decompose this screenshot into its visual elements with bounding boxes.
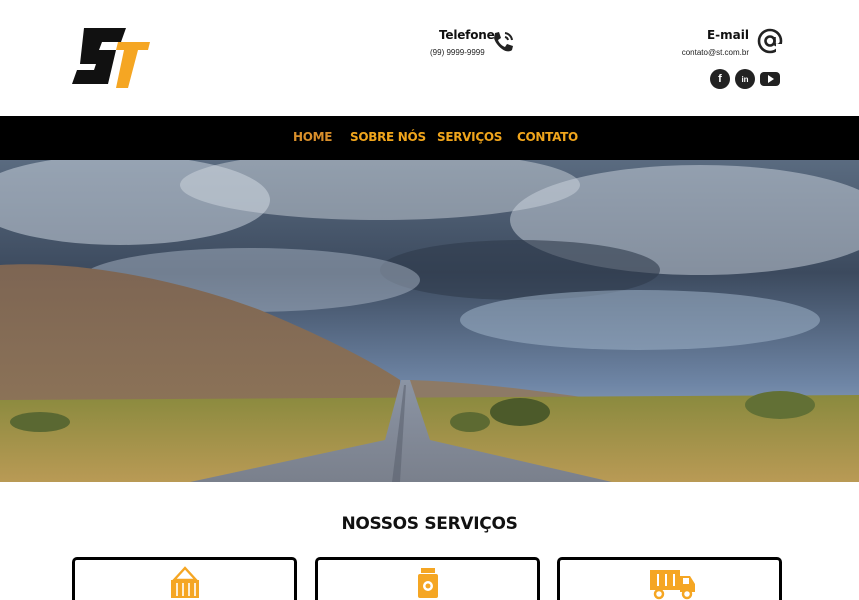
phone-title: Telefone: [439, 28, 495, 42]
services-title: NOSSOS SERVIÇOS: [341, 514, 518, 534]
youtube-icon[interactable]: [760, 72, 780, 86]
nav-sobre-nos[interactable]: SOBRE NÓS: [350, 130, 426, 144]
nav-home[interactable]: HOME: [293, 130, 332, 144]
hero-banner: [0, 160, 859, 482]
nav-contato[interactable]: CONTATO: [517, 130, 578, 144]
service-card[interactable]: [72, 557, 297, 600]
email-contact: E-mail contato@st.com.br: [680, 28, 752, 62]
service-card[interactable]: [557, 557, 782, 600]
hero-road-image: [0, 160, 859, 482]
main-nav: HOME SOBRE NÓS SERVIÇOS CONTATO: [0, 116, 859, 160]
service-card[interactable]: [315, 557, 540, 600]
at-icon: [757, 28, 784, 54]
email-title: E-mail: [706, 28, 749, 42]
nav-servicos[interactable]: SERVIÇOS: [437, 130, 502, 144]
linkedin-icon[interactable]: in: [735, 69, 755, 89]
fuel-canister-icon: [418, 568, 438, 598]
site-header: Telefone (99) 9999-9999 E-mail contato@s…: [0, 0, 859, 116]
email-address[interactable]: contato@st.com.br: [682, 48, 749, 57]
container-crane-icon: [171, 566, 199, 598]
facebook-icon[interactable]: f: [710, 69, 730, 89]
phone-number[interactable]: (99) 9999-9999: [430, 48, 485, 57]
truck-icon: [650, 570, 695, 600]
phone-icon: [494, 32, 513, 52]
st-logo[interactable]: [72, 26, 152, 90]
